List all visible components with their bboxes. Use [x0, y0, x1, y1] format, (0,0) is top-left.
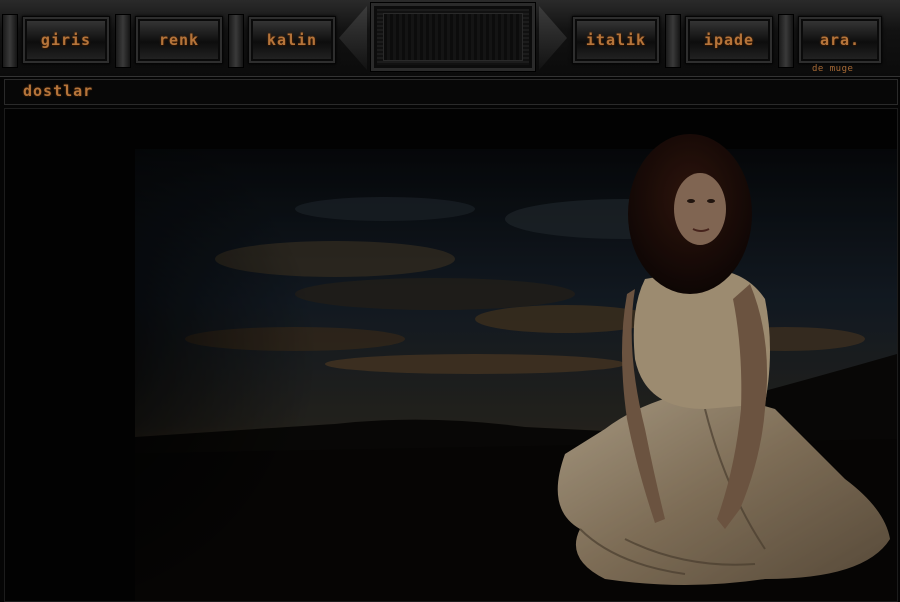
nav-button-kalin[interactable]: kalin — [248, 16, 336, 64]
nav-button-label: kalin — [266, 31, 318, 49]
scene-illustration — [5, 109, 897, 601]
nav-button-renk[interactable]: renk — [135, 16, 223, 64]
nav-button-ipade[interactable]: ipade — [685, 16, 773, 64]
nav-divider — [778, 14, 794, 68]
nav-divider — [2, 14, 18, 68]
top-navigation-bar: giris renk kalin italik ipade ara. de mu… — [0, 0, 900, 77]
friends-link[interactable]: dostlar — [23, 82, 93, 100]
nav-divider — [115, 14, 131, 68]
decorative-right-arrow — [539, 6, 567, 70]
sunset-scene-image — [4, 108, 898, 602]
nav-button-ara[interactable]: ara. — [798, 16, 882, 64]
nav-button-label: renk — [158, 31, 200, 49]
nav-button-label: ara. — [819, 31, 861, 49]
nav-button-label: ipade — [703, 31, 755, 49]
nav-divider — [228, 14, 244, 68]
designer-credit: de muge — [812, 64, 854, 74]
secondary-bar: dostlar — [4, 79, 898, 105]
scene-darken-overlay — [5, 109, 897, 601]
nav-button-label: giris — [40, 31, 92, 49]
nav-button-giris[interactable]: giris — [22, 16, 110, 64]
center-ornament-inset — [383, 13, 523, 61]
center-ornament-panel — [370, 2, 536, 72]
nav-button-italik[interactable]: italik — [572, 16, 660, 64]
decorative-left-arrow — [339, 6, 367, 70]
nav-button-label: italik — [585, 31, 647, 49]
nav-divider — [665, 14, 681, 68]
